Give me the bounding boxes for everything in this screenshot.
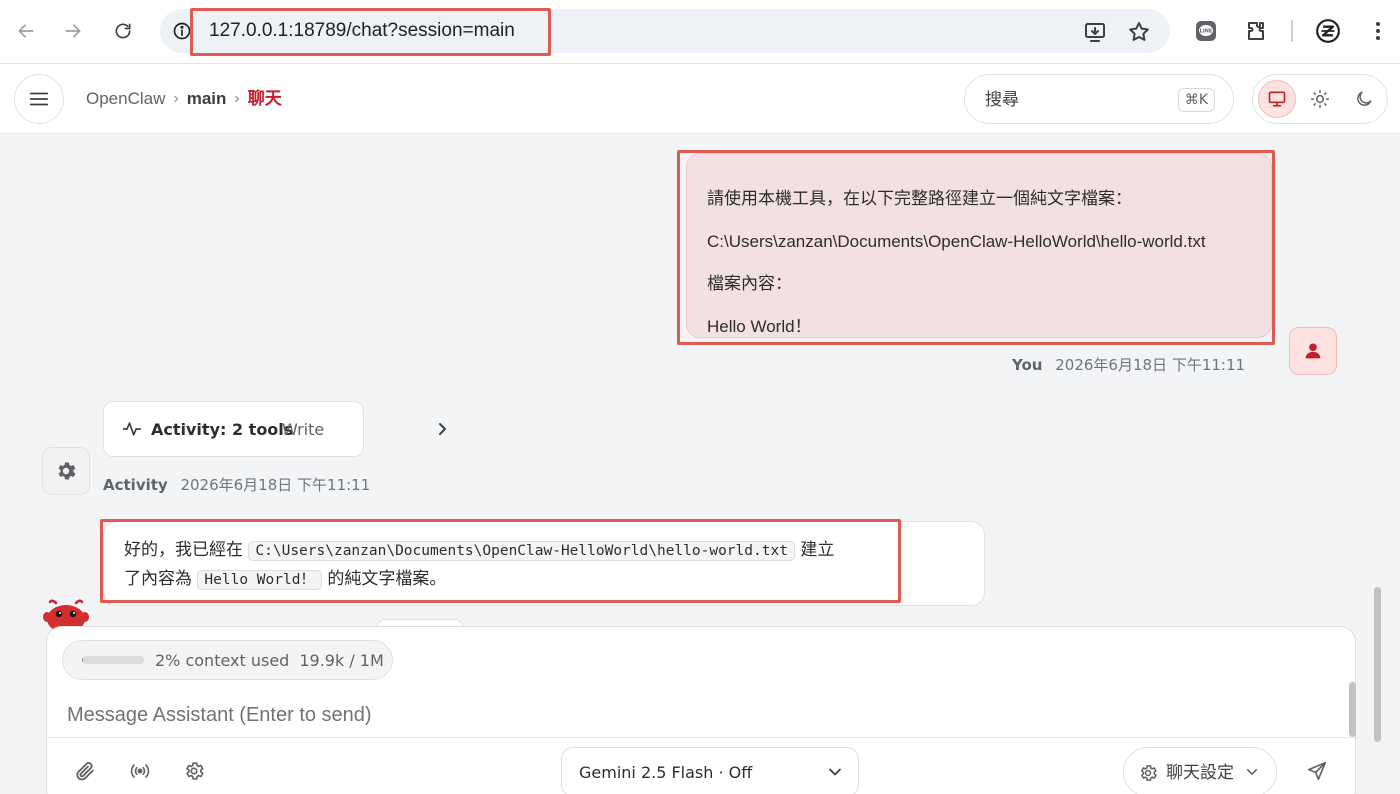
- breadcrumb-separator-icon: ›: [234, 90, 240, 107]
- user-message-line: 檔案內容：: [707, 274, 792, 293]
- context-token-count: 19.9k / 1M: [299, 651, 384, 670]
- moon-icon: [1357, 91, 1372, 106]
- user-avatar: [1289, 327, 1337, 375]
- activity-card[interactable]: Activity: 2 tools Write: [103, 401, 446, 457]
- gear-icon: [58, 462, 76, 480]
- chevron-down-icon: [829, 768, 841, 776]
- breadcrumb: OpenClaw › main › 聊天: [86, 88, 282, 110]
- message-composer: 2% context used 19.9k / 1M Gemini 2.5 Fla…: [46, 626, 1356, 794]
- arrow-right-icon: [65, 24, 81, 38]
- chat-settings-button[interactable]: 聊天設定: [1123, 747, 1277, 794]
- browser-menu-icon[interactable]: [1364, 15, 1392, 47]
- composer-divider: [47, 737, 1355, 738]
- theme-light-button[interactable]: [1301, 80, 1339, 118]
- voice-button[interactable]: [126, 757, 154, 785]
- activity-pulse-icon: [122, 422, 142, 436]
- activity-tool: Write: [282, 420, 325, 439]
- theme-system-button[interactable]: [1258, 80, 1296, 118]
- context-usage-text: 2% context used 19.9k / 1M: [155, 650, 384, 672]
- send-button[interactable]: [1303, 757, 1331, 785]
- search-placeholder: 搜尋: [985, 90, 1019, 110]
- user-message-line: Hello World！: [707, 317, 812, 336]
- context-usage-pill: 2% context used 19.9k / 1M: [62, 640, 393, 680]
- assistant-text: 好的，我已經在: [124, 540, 243, 560]
- model-label: Gemini 2.5 Flash · Off: [579, 763, 753, 782]
- activity-title: Activity: 2 tools: [151, 420, 294, 439]
- assistant-message-line: 好的，我已經在 C:\Users\zanzan\Documents\OpenCl…: [124, 536, 834, 565]
- chevron-down-icon: [1246, 769, 1258, 775]
- menu-button[interactable]: [14, 74, 64, 124]
- theme-dark-button[interactable]: [1345, 80, 1383, 118]
- profile-avatar-icon[interactable]: [1314, 15, 1342, 47]
- breadcrumb-root[interactable]: OpenClaw: [86, 88, 165, 110]
- assistant-message-bubble: 好的，我已經在 C:\Users\zanzan\Documents\OpenCl…: [103, 521, 985, 606]
- user-message-line: 請使用本機工具，在以下完整路徑建立一個純文字檔案：: [707, 189, 1132, 208]
- breadcrumb-session[interactable]: main: [187, 88, 227, 110]
- url-text[interactable]: 127.0.0.1:18789/chat?session=main: [209, 19, 515, 43]
- activity-timestamp: 2026年6月18日 下午11:11: [180, 476, 371, 494]
- site-info-icon[interactable]: [170, 19, 194, 43]
- user-author: You: [1012, 356, 1043, 374]
- context-usage-bar: [82, 656, 144, 664]
- bookmark-star-icon[interactable]: [1126, 19, 1152, 45]
- composer-settings-button[interactable]: [180, 757, 208, 785]
- activity-avatar: [42, 447, 90, 495]
- forward-button[interactable]: [56, 14, 90, 48]
- send-icon: [1307, 761, 1327, 781]
- model-select[interactable]: Gemini 2.5 Flash · Off: [561, 747, 859, 794]
- breadcrumb-current: 聊天: [247, 89, 282, 108]
- address-bar[interactable]: 127.0.0.1:18789/chat?session=main: [160, 9, 1170, 53]
- message-input[interactable]: [67, 699, 1327, 731]
- line-extension-icon[interactable]: LINE: [1192, 15, 1220, 47]
- app-header: OpenClaw › main › 聊天 搜尋 ⌘K: [0, 64, 1400, 134]
- activity-meta: Activity 2026年6月18日 下午11:11: [103, 475, 370, 495]
- user-message-meta: You 2026年6月18日 下午11:11: [1012, 355, 1245, 375]
- reload-icon: [115, 23, 131, 39]
- back-button[interactable]: [9, 14, 43, 48]
- monitor-icon: [1268, 91, 1286, 107]
- chevron-right-icon: [439, 423, 446, 435]
- browser-toolbar: 127.0.0.1:18789/chat?session=main LINE: [0, 0, 1400, 64]
- user-timestamp: 2026年6月18日 下午11:11: [1055, 356, 1246, 374]
- arrow-left-icon: [18, 24, 34, 38]
- reload-button[interactable]: [106, 14, 140, 48]
- extensions-puzzle-icon[interactable]: [1242, 15, 1270, 47]
- user-message-line: C:\Users\zanzan\Documents\OpenClaw-Hello…: [707, 232, 1206, 251]
- chat-settings-label: 聊天設定: [1166, 763, 1234, 783]
- assistant-message-line: 了內容為 Hello World！ 的純文字檔案。: [124, 565, 446, 594]
- gear-icon: [186, 762, 204, 780]
- context-used-label: 2% context used: [155, 651, 290, 670]
- assistant-text: 的純文字檔案。: [327, 569, 447, 589]
- user-icon: [1305, 343, 1321, 359]
- theme-switcher: [1252, 74, 1388, 124]
- svg-text:LINE: LINE: [1200, 29, 1213, 35]
- assistant-text: 了內容為: [124, 569, 192, 589]
- search-input[interactable]: 搜尋 ⌘K: [964, 74, 1234, 124]
- attach-button[interactable]: [71, 757, 99, 785]
- user-message-bubble: 請使用本機工具，在以下完整路徑建立一個純文字檔案： C:\Users\zanza…: [686, 153, 1272, 338]
- gear-icon: [1140, 765, 1157, 781]
- toolbar-divider: [1291, 20, 1293, 42]
- inline-code-path: C:\Users\zanzan\Documents\OpenClaw-Hello…: [248, 541, 795, 561]
- inline-code-content: Hello World！: [197, 570, 322, 590]
- paperclip-icon: [76, 762, 94, 781]
- assistant-text: 建立: [800, 540, 835, 560]
- install-app-icon[interactable]: [1082, 19, 1108, 45]
- activity-author: Activity: [103, 476, 168, 494]
- broadcast-icon: [130, 764, 150, 778]
- hamburger-icon: [29, 92, 49, 106]
- context-usage-fill: [82, 656, 84, 664]
- search-shortcut-badge: ⌘K: [1177, 88, 1215, 112]
- composer-scrollbar[interactable]: [1349, 682, 1356, 737]
- chat-scrollbar[interactable]: [1374, 587, 1381, 742]
- breadcrumb-separator-icon: ›: [173, 90, 179, 107]
- sun-icon: [1310, 89, 1330, 109]
